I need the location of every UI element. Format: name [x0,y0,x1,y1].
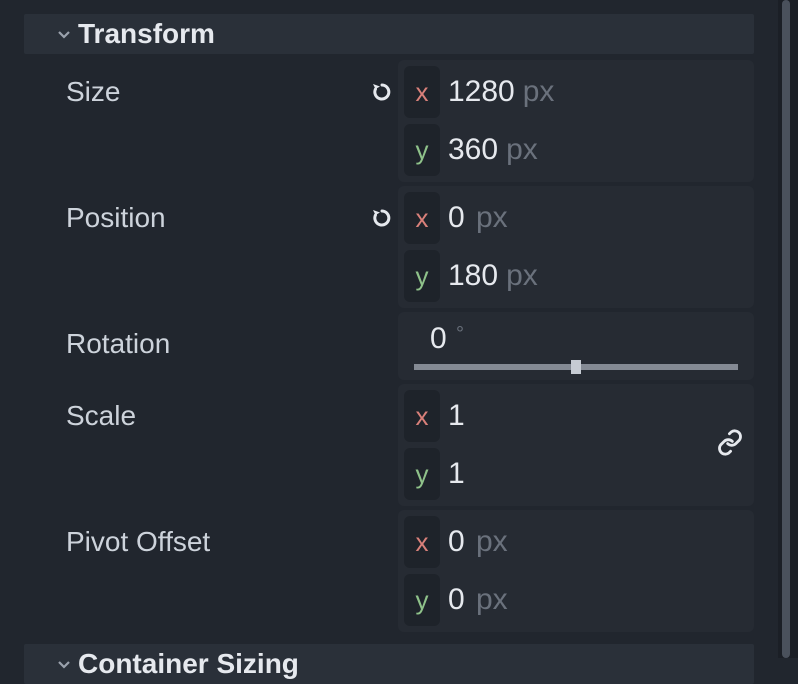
axis-x-badge: x [404,192,440,244]
link-icon[interactable] [716,429,744,462]
rotation-slider[interactable] [414,364,738,370]
unit-label: px [476,525,508,559]
size-y-value: 360 [448,133,498,167]
axis-x-badge: x [404,66,440,118]
scale-y-value: 1 [448,457,468,491]
scale-y-field[interactable]: y 1 [404,448,748,500]
reset-icon[interactable] [366,186,398,230]
chevron-down-icon [54,654,74,674]
position-y-field[interactable]: y 180 px [404,250,748,302]
pivot-y-field[interactable]: y 0 px [404,574,748,626]
chevron-down-icon [54,24,74,44]
axis-y-badge: y [404,574,440,626]
axis-y-badge: y [404,448,440,500]
size-x-value: 1280 [448,75,515,109]
property-rotation: Rotation 0 ° [0,308,778,380]
section-title: Transform [78,18,215,50]
size-value-group: x 1280 px y 360 px [398,60,754,182]
reset-icon[interactable] [366,60,398,104]
section-header-container-sizing[interactable]: Container Sizing [24,644,754,684]
unit-label: px [476,201,508,235]
pivot-x-value: 0 [448,525,468,559]
property-label: Pivot Offset [66,510,366,558]
axis-x-badge: x [404,516,440,568]
property-position: Position x 0 px y 180 px [0,182,778,308]
slider-thumb[interactable] [571,360,581,374]
pivot-y-value: 0 [448,583,468,617]
position-x-field[interactable]: x 0 px [404,192,748,244]
scale-x-value: 1 [448,399,468,433]
unit-label: px [523,75,555,109]
size-x-field[interactable]: x 1280 px [404,66,748,118]
property-size: Size x 1280 px y 360 px [0,56,778,182]
pivot-x-field[interactable]: x 0 px [404,516,748,568]
scrollbar-vertical[interactable] [778,0,798,658]
unit-label: px [506,133,538,167]
axis-x-badge: x [404,390,440,442]
size-y-field[interactable]: y 360 px [404,124,748,176]
position-x-value: 0 [448,201,468,235]
scale-x-field[interactable]: x 1 [404,390,748,442]
unit-label: px [506,259,538,293]
property-label: Position [66,186,366,234]
section-title: Container Sizing [78,648,299,680]
unit-label: ° [456,323,464,346]
property-label: Rotation [66,312,366,360]
property-pivot-offset: Pivot Offset x 0 px y 0 px [0,506,778,632]
rotation-field[interactable]: 0 ° [398,312,754,380]
property-label: Size [66,60,366,108]
scale-value-group: x 1 y 1 [398,384,754,506]
property-scale: Scale x 1 y 1 [0,380,778,506]
rotation-value: 0 [430,322,450,356]
axis-y-badge: y [404,250,440,302]
unit-label: px [476,583,508,617]
scrollbar-thumb[interactable] [782,0,790,658]
section-header-transform[interactable]: Transform [24,14,754,54]
property-label: Scale [66,384,366,432]
pivot-offset-value-group: x 0 px y 0 px [398,510,754,632]
axis-y-badge: y [404,124,440,176]
position-value-group: x 0 px y 180 px [398,186,754,308]
position-y-value: 180 [448,259,498,293]
